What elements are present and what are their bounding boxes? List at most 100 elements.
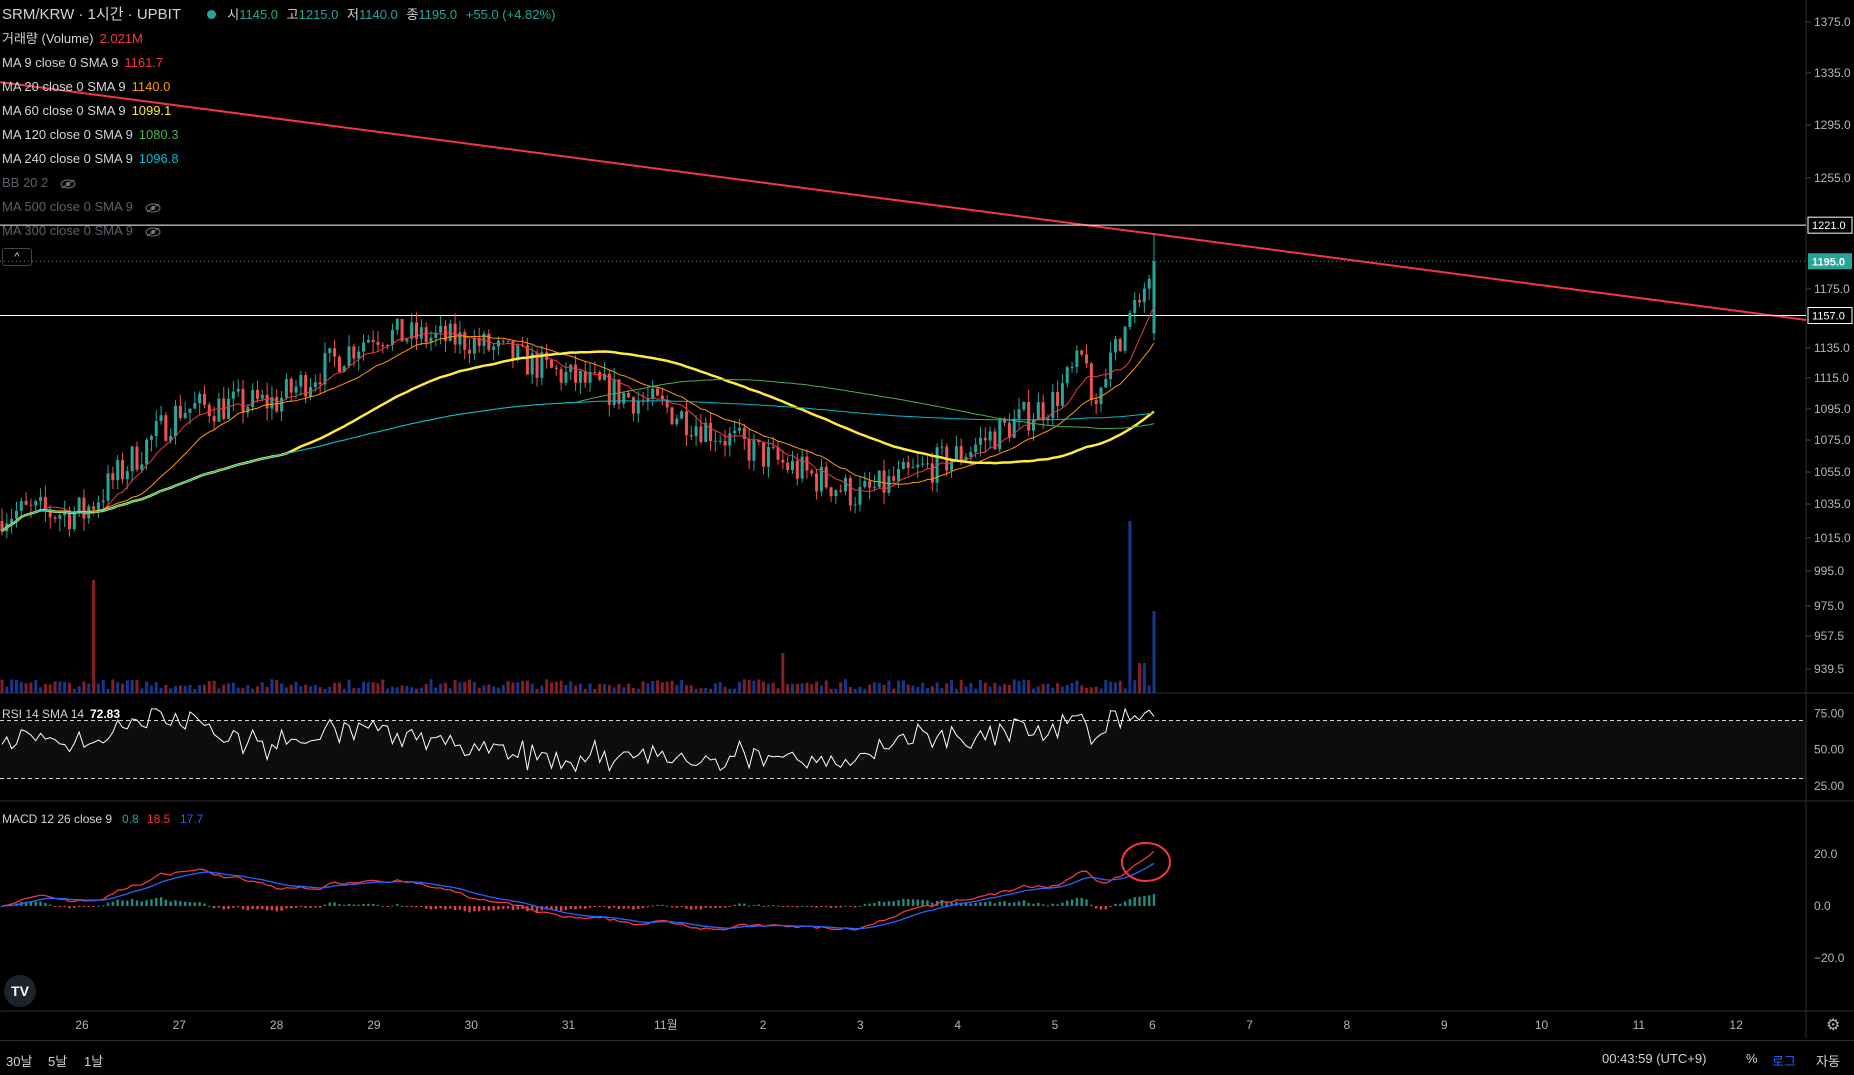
legend-row[interactable]: MA 500 close 0 SMA 9 [2,199,161,215]
volume-bar [819,685,823,693]
volume-bar [342,688,346,693]
macd-hist-bar [63,906,66,907]
volume-bar [1017,680,1021,693]
volume-bar [728,688,732,693]
candle-body [337,356,341,372]
candle-body [762,442,766,467]
volume-bar [954,688,958,693]
macd-hist-bar [569,906,572,909]
candle-body [1036,402,1040,420]
volume-bar [737,682,741,693]
macd-hist-bar [169,901,172,906]
legend-label: MA 120 close 0 SMA 9 [2,127,133,142]
rsi-tick-label: 25.00 [1814,779,1844,793]
macd-tick-label: 0.0 [1814,899,1831,913]
volume-bar [588,683,592,693]
eye-hidden-icon[interactable] [60,179,76,189]
time-tick-label: 12 [1729,1018,1743,1032]
volume-bar [1085,687,1089,693]
macd-hist-bar [275,906,278,912]
legend-row[interactable]: MA 9 close 0 SMA 9 1161.7 [2,55,163,71]
macd-hist-bar [77,906,81,907]
macd-hist-bar [1070,899,1074,906]
range-1d-button[interactable]: 1날 [84,1051,103,1070]
macd-hist-bar [396,904,399,906]
volume-bar [1142,663,1146,693]
volume-bar [699,688,703,693]
volume-bar [96,683,100,693]
volume-bar [863,688,867,693]
volume-bar [318,687,322,693]
candle-body [255,389,259,399]
range-5d-button[interactable]: 5날 [48,1051,67,1070]
macd-hist-bar [232,906,235,908]
chart-area[interactable]: 1375.0 1335.0 1295.0 1255.0 1175.0 1135.0 1115… [0,0,1854,1038]
volume-bar [275,680,279,693]
volume-bar [627,683,631,693]
volume-bar [1094,686,1098,693]
candle-body [400,319,404,342]
percent-scale-toggle[interactable]: % [1746,1051,1758,1066]
macd-hist-bar [193,902,197,906]
macd-hist-bar [299,906,303,907]
macd-hist-bar [314,906,317,908]
volume-bar [284,687,288,693]
eye-hidden-icon[interactable] [145,227,161,237]
candle-body [188,408,192,413]
time-tick-label: 3 [857,1018,864,1032]
macd-hist-bar [1133,897,1136,906]
settings-gear-icon[interactable]: ⚙ [1826,1017,1840,1034]
volume-bar [501,684,505,693]
volume-bar [959,679,963,693]
volume-bar [371,682,375,693]
bottom-toolbar: 30날 5날 1날 00:43:59 (UTC+9) % 로그 자동 [0,1040,1854,1075]
volume-bar [410,686,414,693]
macd-hist-bar [603,906,606,907]
macd-hist-bar [357,904,360,906]
symbol-header: SRM/KRW · 1시간 · UPBIT 시1145.0 고1215.0 저1… [2,7,555,23]
volume-bar [308,685,312,693]
legend-row[interactable]: MA 240 close 0 SMA 9 1096.8 [2,151,179,167]
candle-body [280,397,284,412]
macd-hist-bar [135,900,139,906]
range-30d-button[interactable]: 30날 [6,1051,32,1070]
candle-body [501,340,505,342]
log-scale-toggle[interactable]: 로그 [1772,1051,1796,1070]
volume-bar [87,683,91,693]
macd-hist-bar [670,906,674,908]
tradingview-logo[interactable]: TV [4,975,36,1007]
legend-row[interactable]: 거래량 (Volume) 2.021M [2,31,143,47]
legend-row[interactable]: MA 20 close 0 SMA 9 1140.0 [2,79,170,95]
candle-body [39,497,43,502]
legend-row[interactable]: MA 60 close 0 SMA 9 1099.1 [2,103,171,119]
symbol-title[interactable]: SRM/KRW · 1시간 · UPBIT [2,6,181,23]
macd-hist-bar [1032,903,1035,906]
clock-timezone[interactable]: 00:43:59 (UTC+9) [1602,1051,1706,1066]
volume-bar [790,683,794,693]
volume-bar [251,688,255,693]
auto-scale-toggle[interactable]: 자동 [1816,1051,1840,1070]
candle-body [974,444,978,453]
collapse-legend-button[interactable]: ^ [2,248,32,266]
eye-hidden-icon[interactable] [145,203,161,213]
candle-body [111,473,115,481]
macd-hist-bar [622,906,625,909]
volume-bar [472,682,476,693]
volume-bar [24,683,28,693]
volume-bar [174,685,178,693]
candle-body [983,437,987,441]
volume-bar [77,686,81,693]
time-tick-label: 10 [1535,1018,1549,1032]
legend-row[interactable]: MA 120 close 0 SMA 9 1080.3 [2,127,179,143]
candle-body [333,348,337,357]
volume-bar [34,680,38,693]
candle-body [34,501,38,506]
macd-hist-bar [203,903,206,906]
volume-bar [1036,686,1040,693]
macd-hist-bar [1104,906,1107,910]
legend-row[interactable]: BB 20 2 [2,175,76,191]
chart-canvas[interactable]: 1375.0 1335.0 1295.0 1255.0 1175.0 1135.0 1115… [0,0,1854,1038]
volume-bar [10,679,14,693]
legend-row[interactable]: MA 300 close 0 SMA 9 [2,223,161,239]
candle-body [868,481,872,488]
